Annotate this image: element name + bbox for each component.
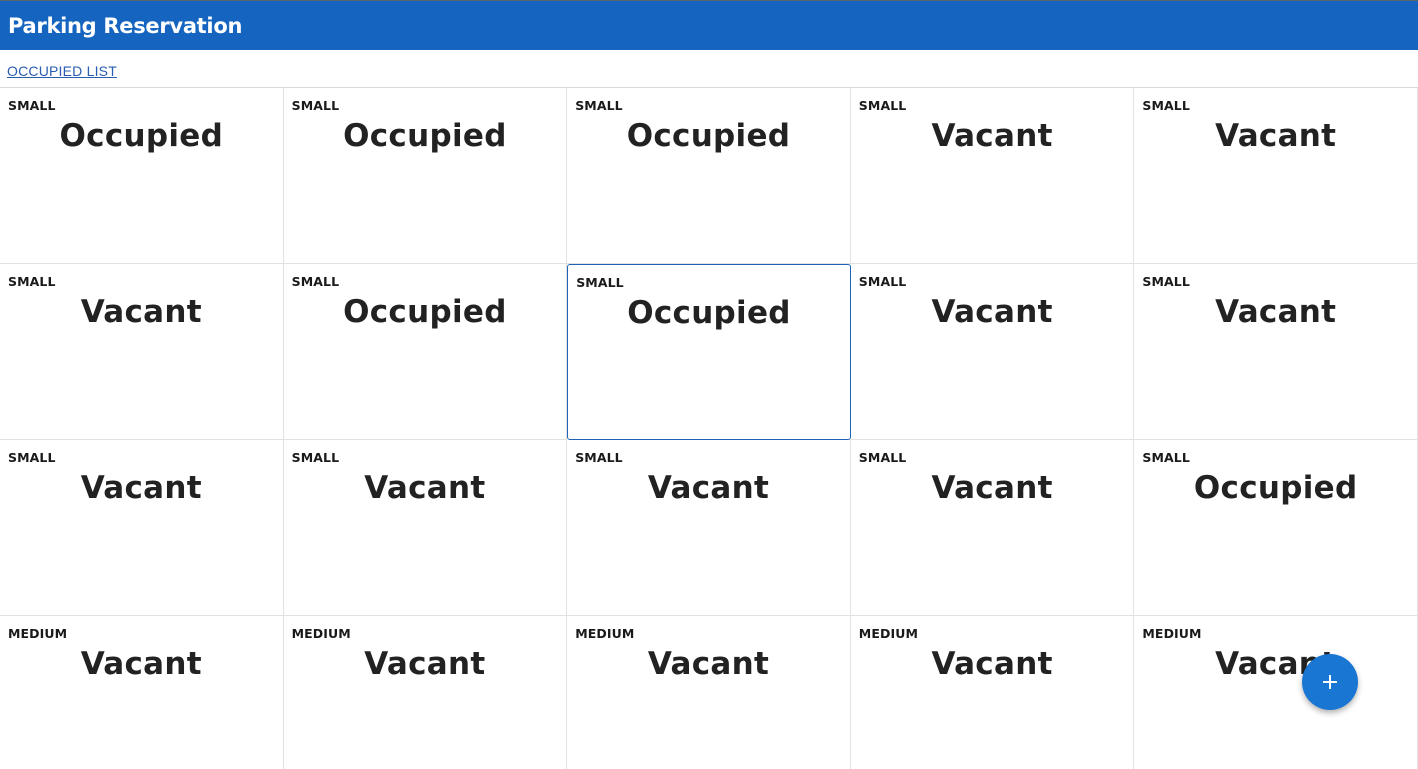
slot-status: Vacant [364, 646, 486, 682]
slot-size-label: SMALL [1142, 450, 1190, 465]
slot-status: Vacant [931, 470, 1053, 506]
slot-status: Vacant [1215, 118, 1337, 154]
parking-slot[interactable]: SMALL Occupied [0, 88, 284, 264]
slot-status: Occupied [343, 294, 507, 330]
plus-icon [1323, 675, 1337, 689]
slot-status: Occupied [343, 118, 507, 154]
parking-slot[interactable]: SMALL Vacant [283, 440, 568, 616]
parking-slot[interactable]: MEDIUM Vacant [1134, 616, 1418, 769]
slot-size-label: SMALL [8, 98, 56, 113]
slot-size-label: SMALL [858, 450, 907, 465]
parking-slot[interactable]: SMALL Occupied [1134, 440, 1418, 616]
parking-slot[interactable]: SMALL Vacant [567, 440, 851, 616]
slot-size-label: SMALL [8, 450, 56, 465]
parking-slot-grid: SMALL Occupied SMALL Occupied SMALL Occupie… [0, 87, 1418, 769]
slot-status: Vacant [931, 294, 1053, 330]
slot-size-label: SMALL [291, 274, 340, 289]
slot-size-label: MEDIUM [858, 626, 918, 641]
slot-size-label: SMALL [576, 275, 624, 290]
parking-slot[interactable]: SMALL Vacant [850, 88, 1135, 264]
slot-size-label: MEDIUM [291, 626, 351, 641]
slot-status: Occupied [627, 295, 791, 331]
parking-slot[interactable]: SMALL Vacant [0, 264, 284, 440]
slot-status: Vacant [80, 294, 202, 330]
parking-slot[interactable]: SMALL Occupied [283, 264, 568, 440]
app-bar: Parking Reservation [0, 1, 1418, 50]
slot-size-label: SMALL [291, 98, 340, 113]
slot-size-label: SMALL [291, 450, 340, 465]
slot-size-label: SMALL [575, 450, 623, 465]
parking-slot[interactable]: MEDIUM Vacant [283, 616, 568, 769]
slot-status: Occupied [1193, 470, 1358, 506]
slot-size-label: SMALL [575, 98, 623, 113]
parking-slot[interactable]: MEDIUM Vacant [0, 616, 284, 769]
slot-size-label: SMALL [8, 274, 56, 289]
slot-size-label: MEDIUM [575, 626, 635, 641]
slot-size-label: SMALL [858, 98, 907, 113]
slot-size-label: SMALL [1142, 98, 1190, 113]
add-reservation-button[interactable] [1302, 654, 1358, 710]
nav-row: OCCUPIED LIST [0, 50, 1418, 87]
slot-size-label: MEDIUM [8, 626, 68, 641]
occupied-list-link[interactable]: OCCUPIED LIST [7, 63, 117, 79]
parking-slot-focused[interactable]: SMALL Occupied [567, 264, 851, 440]
slot-status: Vacant [647, 646, 770, 682]
slot-status: Vacant [931, 118, 1053, 154]
slot-status: Vacant [1215, 294, 1337, 330]
parking-slot[interactable]: SMALL Vacant [1134, 88, 1418, 264]
parking-slot[interactable]: SMALL Occupied [283, 88, 568, 264]
parking-slot[interactable]: SMALL Vacant [850, 264, 1135, 440]
slot-size-label: SMALL [858, 274, 907, 289]
slot-size-label: SMALL [1142, 274, 1190, 289]
slot-status: Vacant [364, 470, 486, 506]
parking-slot[interactable]: MEDIUM Vacant [850, 616, 1135, 769]
parking-slot[interactable]: SMALL Vacant [1134, 264, 1418, 440]
slot-status: Vacant [80, 646, 202, 682]
parking-slot[interactable]: MEDIUM Vacant [567, 616, 851, 769]
slot-status: Vacant [647, 470, 770, 506]
slot-status: Vacant [80, 470, 202, 506]
slot-status: Vacant [931, 646, 1053, 682]
parking-slot[interactable]: SMALL Vacant [0, 440, 284, 616]
parking-slot[interactable]: SMALL Occupied [567, 88, 851, 264]
slot-status: Occupied [626, 118, 791, 154]
slot-size-label: MEDIUM [1142, 626, 1202, 641]
parking-slot[interactable]: SMALL Vacant [850, 440, 1135, 616]
slot-status: Occupied [59, 118, 224, 154]
slot-status: Vacant [1215, 646, 1337, 682]
app-title: Parking Reservation [8, 13, 243, 38]
